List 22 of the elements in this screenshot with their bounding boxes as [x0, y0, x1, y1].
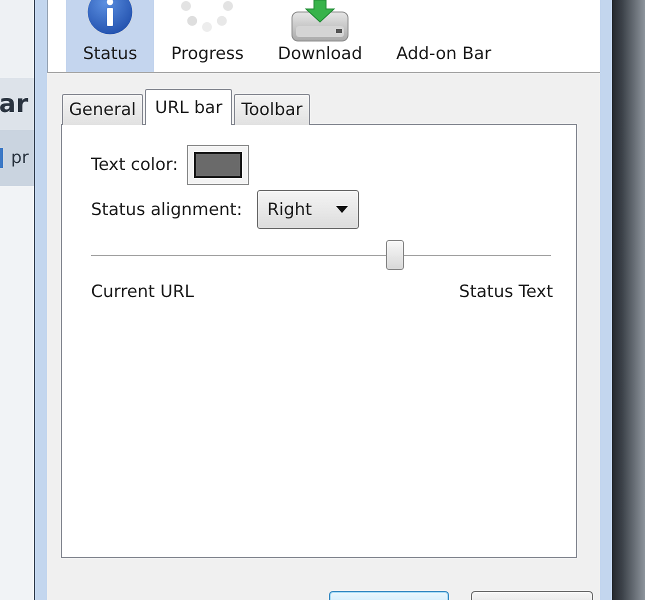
toolbar-button[interactable]: Add-on Bar	[379, 0, 508, 72]
drive-download-icon	[290, 0, 350, 42]
toolbar-button[interactable]: Progress	[154, 0, 261, 72]
tab[interactable]: Toolbar	[234, 94, 310, 125]
slider-thumb[interactable]	[386, 240, 404, 270]
toolbar-button[interactable]: Download	[260, 0, 380, 72]
tab[interactable]: General	[62, 94, 143, 125]
toolbar-button[interactable]: Status	[66, 0, 154, 72]
tab[interactable]: URL bar	[145, 89, 232, 125]
caret-icon	[336, 206, 348, 213]
text-color-label: Text color:	[91, 154, 178, 176]
dialog-button[interactable]	[471, 591, 593, 600]
page-body-text: pr	[11, 147, 29, 169]
accent-bar-icon	[0, 148, 3, 168]
color-picker-button[interactable]	[187, 145, 250, 185]
alignment-label: Status alignment:	[91, 198, 242, 220]
info-icon	[86, 0, 134, 36]
dialog-button[interactable]	[329, 591, 449, 600]
alignment-dropdown[interactable]: Right	[257, 190, 360, 229]
slider-max-label: Status Text	[459, 281, 553, 303]
page-heading-text: ar	[0, 89, 28, 119]
slider-min-label: Current URL	[91, 281, 194, 303]
